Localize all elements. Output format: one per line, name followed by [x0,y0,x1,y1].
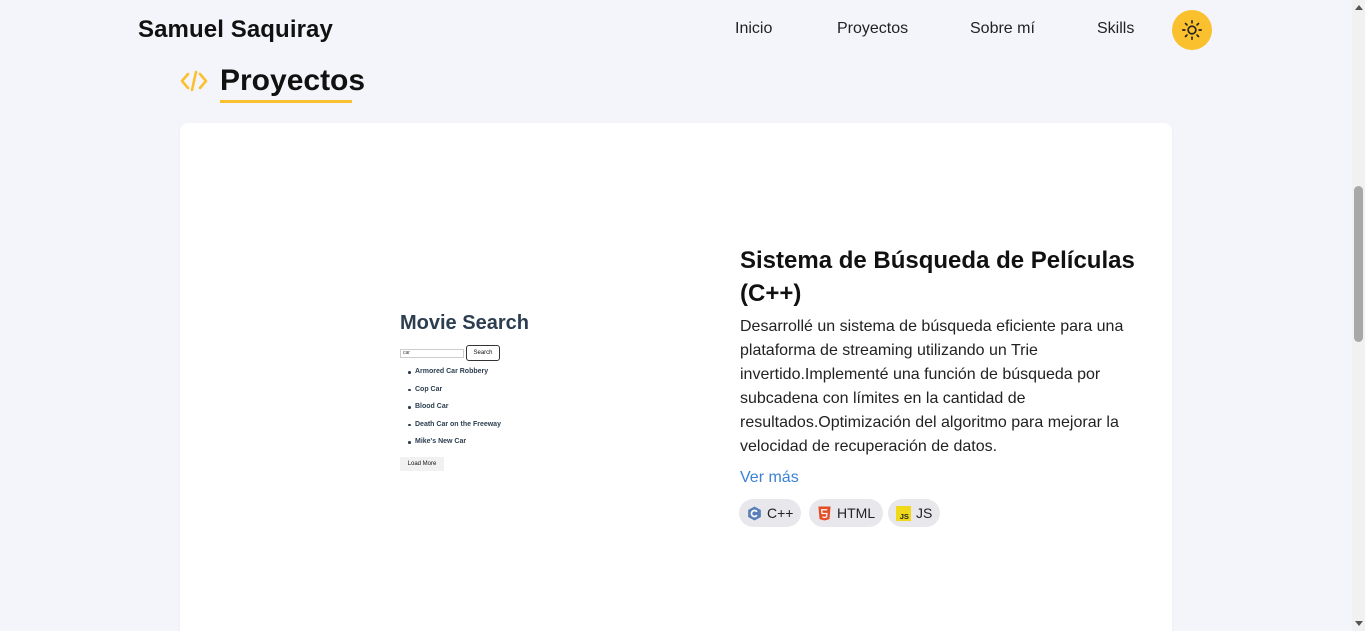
section-title: Proyectos [220,64,366,97]
preview-title: Movie Search [400,312,529,334]
svg-text:JS: JS [900,512,909,521]
nav-item-inicio[interactable]: Inicio [735,20,772,38]
site-header: Samuel Saquiray Inicio Proyectos Sobre m… [0,0,1352,62]
project-description: Desarrollé un sistema de búsqueda eficie… [740,318,1124,455]
scroll-thumb[interactable] [1354,186,1363,342]
preview-result-item: Blood Car [408,403,501,421]
scroll-up-arrow-icon[interactable] [1355,5,1363,10]
preview-result-item: Armored Car Robbery [408,368,501,386]
preview-results-list: Armored Car Robbery Cop Car Blood Car De… [408,368,501,456]
theme-toggle-button[interactable] [1172,10,1212,50]
preview-load-more-button: Load More [400,457,444,471]
project-preview-image: Movie Search car Search Armored Car Robb… [396,300,596,480]
sun-icon [1182,20,1202,40]
section-title-underline [220,100,352,103]
preview-result-item: Cop Car [408,386,501,404]
preview-search-input: car [400,349,464,358]
page-scrollbar[interactable] [1352,0,1365,631]
preview-result-item: Mike's New Car [408,438,501,456]
cpp-icon [748,505,761,521]
scroll-down-arrow-icon[interactable] [1355,621,1363,626]
tag-html: HTML [809,499,884,527]
nav-item-skills[interactable]: Skills [1097,20,1134,38]
tag-label: C++ [767,505,794,521]
nav-item-proyectos[interactable]: Proyectos [837,20,908,38]
preview-result-item: Death Car on the Freeway [408,421,501,439]
tag-js: JS JS [888,499,941,527]
tag-label: HTML [837,505,876,521]
nav-item-sobre-mi[interactable]: Sobre mí [970,20,1035,38]
js-icon: JS [896,505,911,521]
project-title: Sistema de Búsqueda de Películas (C++) [740,247,1135,307]
ver-mas-link[interactable]: Ver más [740,469,799,487]
code-icon [180,70,208,92]
tag-cpp: C++ [739,499,802,527]
preview-search-button: Search [466,345,500,361]
brand-name[interactable]: Samuel Saquiray [138,16,333,44]
html5-icon [818,505,831,521]
tag-label: JS [916,505,933,521]
